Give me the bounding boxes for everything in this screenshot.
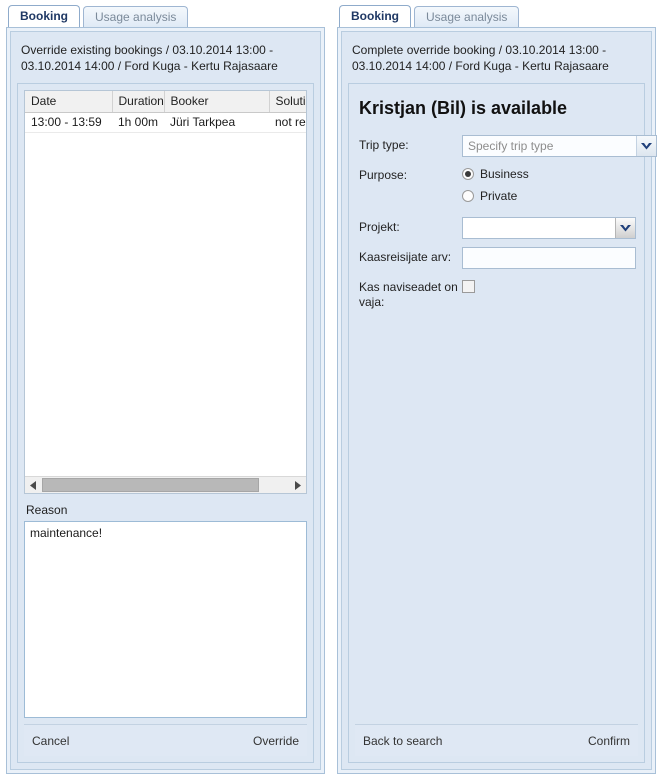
right-content-box: Kristjan (Bil) is available Trip type: S…	[348, 83, 657, 763]
navigation-device-checkbox[interactable]	[462, 280, 475, 293]
radio-business-label: Business	[480, 167, 529, 181]
bookings-table: Date Duration Booker Solution 13:00 - 13…	[25, 91, 306, 133]
override-button[interactable]: Override	[253, 734, 299, 748]
trip-type-select[interactable]: Specify trip type	[462, 135, 657, 157]
right-panel-column: Booking Usage analysis Complete override…	[331, 0, 662, 780]
radio-business[interactable]	[462, 168, 474, 180]
table-header-row: Date Duration Booker Solution	[25, 91, 306, 113]
projekt-value	[463, 218, 615, 238]
grid-horizontal-scrollbar[interactable]	[25, 476, 306, 493]
purpose-label: Purpose:	[359, 168, 408, 182]
left-window-inner: Override existing bookings / 03.10.2014 …	[10, 31, 321, 770]
navigation-device-field	[462, 277, 634, 293]
right-window-inner: Complete override booking / 03.10.2014 1…	[341, 31, 657, 770]
tab-booking-right[interactable]: Booking	[339, 5, 411, 27]
left-panel-column: Booking Usage analysis Override existing…	[0, 0, 331, 780]
left-tab-strip: Booking Usage analysis	[0, 0, 331, 27]
trip-type-label: Trip type:	[359, 138, 409, 152]
tab-usage-analysis-left[interactable]: Usage analysis	[83, 6, 189, 27]
bookings-grid: Date Duration Booker Solution 13:00 - 13…	[24, 90, 307, 494]
availability-heading: Kristjan (Bil) is available	[359, 98, 568, 118]
confirm-button[interactable]: Confirm	[588, 734, 630, 748]
left-content-box: Date Duration Booker Solution 13:00 - 13…	[17, 83, 314, 763]
scroll-right-arrow-icon[interactable]	[289, 477, 306, 493]
trip-type-value: Specify trip type	[463, 136, 636, 156]
scrollbar-track[interactable]	[42, 477, 289, 493]
radio-row-business[interactable]: Business	[462, 165, 634, 183]
bookings-grid-scroll-area[interactable]: Date Duration Booker Solution 13:00 - 13…	[25, 91, 306, 476]
form-row-navigation-device: Kas naviseadet on vaja:	[359, 277, 634, 310]
table-row[interactable]: 13:00 - 13:59 1h 00m Jüri Tarkpea not re…	[25, 112, 306, 133]
trip-type-field: Specify trip type	[462, 135, 657, 157]
projekt-field	[462, 217, 636, 239]
passengers-label: Kaasreisijate arv:	[359, 250, 452, 264]
projekt-label: Projekt:	[359, 220, 400, 234]
purpose-field: Business Private	[462, 165, 634, 209]
cancel-button[interactable]: Cancel	[32, 734, 69, 748]
radio-row-private[interactable]: Private	[462, 187, 634, 205]
scroll-left-arrow-icon[interactable]	[25, 477, 42, 493]
passengers-input[interactable]	[462, 247, 636, 269]
right-panel-title: Complete override booking / 03.10.2014 1…	[352, 43, 609, 73]
chevron-down-icon[interactable]	[636, 136, 656, 156]
cell-date: 13:00 - 13:59	[25, 112, 112, 133]
scrollbar-thumb[interactable]	[42, 478, 260, 492]
radio-private[interactable]	[462, 190, 474, 202]
reason-input[interactable]	[24, 521, 307, 718]
column-header-booker[interactable]: Booker	[164, 91, 270, 113]
back-to-search-button[interactable]: Back to search	[363, 734, 442, 748]
right-tab-strip: Booking Usage analysis	[331, 0, 662, 27]
cell-booker: Jüri Tarkpea	[164, 112, 269, 133]
column-header-solution[interactable]: Solution	[269, 91, 306, 113]
form-row-trip-type: Trip type: Specify trip type	[359, 135, 657, 157]
left-panel-title: Override existing bookings / 03.10.2014 …	[21, 43, 278, 73]
column-header-duration[interactable]: Duration	[112, 91, 165, 113]
reason-label: Reason	[26, 503, 68, 517]
tab-booking-left[interactable]: Booking	[8, 5, 80, 27]
right-window-frame: Complete override booking / 03.10.2014 1…	[337, 27, 657, 774]
passengers-field	[462, 247, 636, 269]
cell-solution: not rebook	[269, 112, 306, 133]
booking-form: Trip type: Specify trip type Purpose: Bu…	[355, 135, 657, 318]
left-footer-bar: Cancel Override	[24, 724, 307, 756]
form-row-passengers: Kaasreisijate arv:	[359, 247, 636, 269]
navigation-device-label: Kas naviseadet on vaja:	[359, 280, 458, 309]
column-header-date[interactable]: Date	[25, 91, 113, 113]
left-window-frame: Override existing bookings / 03.10.2014 …	[6, 27, 325, 774]
projekt-select[interactable]	[462, 217, 636, 239]
radio-private-label: Private	[480, 189, 518, 203]
chevron-down-icon[interactable]	[615, 218, 635, 238]
cell-duration: 1h 00m	[112, 112, 164, 133]
application-window: Booking Usage analysis Override existing…	[0, 0, 662, 780]
form-row-projekt: Projekt:	[359, 217, 636, 239]
tab-usage-analysis-right[interactable]: Usage analysis	[414, 6, 520, 27]
form-row-purpose: Purpose: Business Private	[359, 165, 634, 209]
right-footer-bar: Back to search Confirm	[355, 724, 638, 756]
